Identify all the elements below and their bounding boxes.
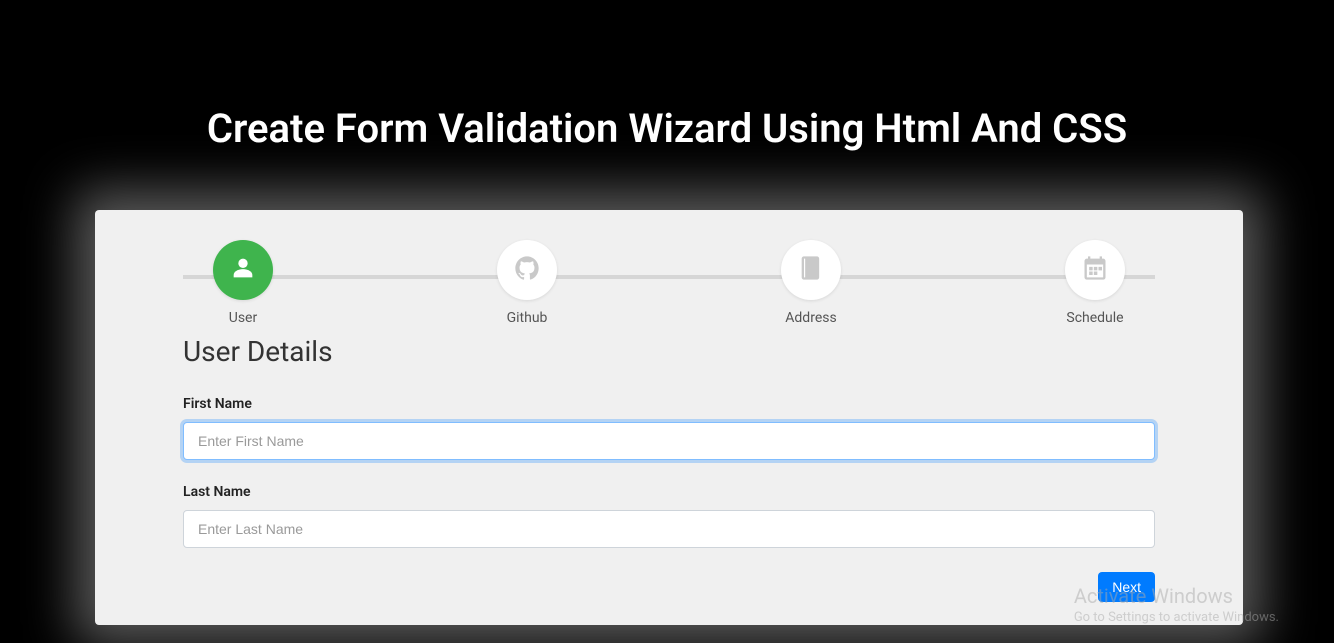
calendar-icon	[1081, 254, 1109, 286]
step-user-circle	[213, 240, 273, 300]
last-name-input[interactable]	[183, 510, 1155, 548]
page-title: Create Form Validation Wizard Using Html…	[0, 0, 1334, 152]
user-icon	[229, 254, 257, 286]
step-github-circle	[497, 240, 557, 300]
step-address-circle	[781, 240, 841, 300]
github-icon	[513, 254, 541, 286]
section-title: User Details	[183, 335, 1155, 368]
step-address[interactable]: Address	[781, 240, 841, 326]
stepper-items: User Github Address	[183, 240, 1155, 326]
step-address-label: Address	[785, 310, 836, 326]
step-github[interactable]: Github	[497, 240, 557, 326]
step-schedule-circle	[1065, 240, 1125, 300]
step-github-label: Github	[507, 310, 548, 326]
stepper: User Github Address	[183, 240, 1155, 330]
form-actions: Next	[95, 572, 1243, 602]
step-user[interactable]: User	[213, 240, 273, 326]
book-icon	[797, 254, 825, 286]
last-name-group: Last Name	[183, 484, 1155, 548]
step-user-label: User	[229, 310, 257, 326]
next-button[interactable]: Next	[1098, 572, 1155, 602]
form-area: User Details First Name Last Name	[95, 330, 1243, 548]
step-schedule-label: Schedule	[1066, 310, 1123, 326]
last-name-label: Last Name	[183, 484, 1155, 500]
wizard-card: User Github Address	[95, 210, 1243, 625]
first-name-label: First Name	[183, 396, 1155, 412]
first-name-group: First Name	[183, 396, 1155, 460]
step-schedule[interactable]: Schedule	[1065, 240, 1125, 326]
first-name-input[interactable]	[183, 422, 1155, 460]
